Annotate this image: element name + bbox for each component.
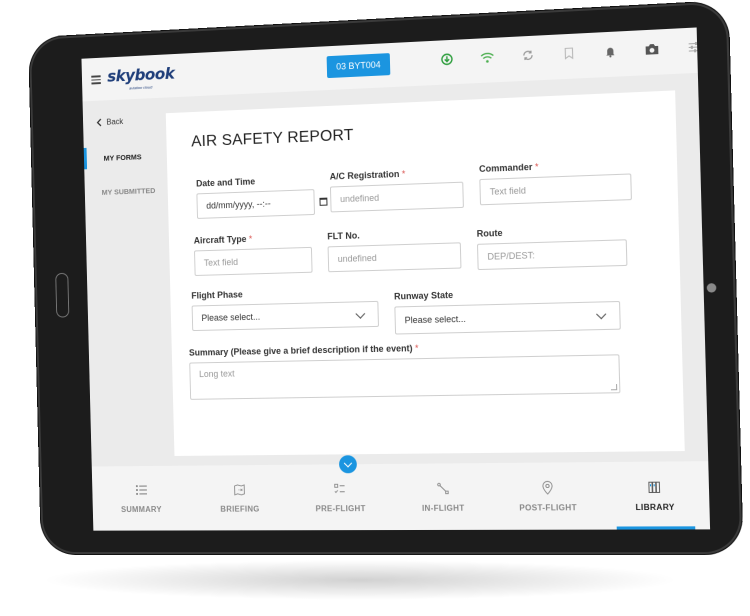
- tab-in-flight[interactable]: IN-FLIGHT: [390, 463, 495, 530]
- form-title: AIR SAFETY REPORT: [191, 126, 354, 151]
- tablet-device: skybook aviation cloud 03 BYT004 Back MY…: [30, 3, 741, 553]
- commander-field: Commander * Text field: [478, 158, 632, 206]
- tab-library[interactable]: LIBRARY: [600, 461, 710, 529]
- tab-label: SUMMARY: [120, 504, 162, 514]
- ac-registration-input[interactable]: undefined: [329, 181, 464, 213]
- top-bar: skybook aviation cloud 03 BYT004: [81, 27, 697, 102]
- library-icon: [647, 480, 662, 494]
- flight-phase-selected: Please select...: [201, 311, 261, 323]
- flight-phase-select[interactable]: Please select...: [191, 300, 379, 332]
- checklist-icon: [333, 482, 347, 496]
- tab-label: BRIEFING: [220, 504, 260, 514]
- ac-registration-placeholder: undefined: [339, 192, 380, 205]
- aircraft-type-label: Aircraft Type *: [193, 233, 253, 246]
- aircraft-type-input[interactable]: Text field: [194, 246, 313, 276]
- flight-phase-field: Flight Phase Please select...: [191, 286, 379, 332]
- sidebar-item-my-submitted[interactable]: MY SUBMITTED: [85, 179, 161, 203]
- tab-post-flight[interactable]: POST-FLIGHT: [494, 462, 602, 530]
- back-button[interactable]: Back: [96, 117, 123, 127]
- map-icon: [233, 482, 247, 496]
- home-button: [55, 272, 70, 318]
- runway-state-selected: Please select...: [404, 313, 466, 326]
- route-input[interactable]: DEP/DEST:: [476, 239, 628, 271]
- chevron-down-icon: [355, 308, 366, 319]
- front-camera: [706, 283, 717, 293]
- settings-sliders-icon[interactable]: [686, 40, 701, 55]
- date-time-label: Date and Time: [196, 176, 256, 189]
- resize-handle[interactable]: [610, 384, 618, 391]
- tab-briefing[interactable]: BRIEFING: [189, 465, 290, 531]
- runway-state-field: Runway State Please select...: [394, 286, 621, 335]
- list-icon: [134, 483, 148, 497]
- tab-label: POST-FLIGHT: [519, 502, 578, 513]
- hamburger-menu-icon[interactable]: [91, 75, 101, 84]
- date-time-value: dd/mm/yyyy, --:--: [206, 198, 271, 211]
- bookmark-icon[interactable]: [562, 46, 577, 61]
- tab-summary[interactable]: SUMMARY: [92, 466, 191, 531]
- bell-icon[interactable]: [603, 44, 618, 59]
- app-screen: skybook aviation cloud 03 BYT004 Back MY…: [81, 27, 711, 531]
- route-placeholder: DEP/DEST:: [487, 250, 535, 262]
- air-safety-report-form: AIR SAFETY REPORT Date and Time dd/mm/yy…: [165, 90, 685, 456]
- ac-registration-label: A/C Registration *: [329, 168, 406, 182]
- sync-icon[interactable]: [521, 48, 536, 63]
- sidebar-item-label: MY FORMS: [103, 151, 142, 163]
- runway-state-select[interactable]: Please select...: [394, 300, 621, 335]
- tab-label: LIBRARY: [635, 502, 675, 512]
- flt-no-label: FLT No.: [327, 230, 360, 242]
- required-marker: *: [248, 233, 253, 244]
- app-logo-tagline: aviation cloud: [129, 84, 153, 91]
- tab-label: PRE-FLIGHT: [315, 503, 366, 513]
- wifi-icon[interactable]: [480, 50, 495, 65]
- sidebar-item-my-forms[interactable]: MY FORMS: [83, 144, 160, 170]
- summary-field: Summary (Please give a brief description…: [189, 339, 621, 400]
- commander-input[interactable]: Text field: [479, 173, 632, 206]
- commander-placeholder: Text field: [489, 185, 527, 197]
- runway-state-label: Runway State: [393, 289, 454, 302]
- download-icon[interactable]: [440, 52, 454, 67]
- route-icon: [435, 481, 449, 495]
- flt-no-field: FLT No. undefined: [327, 227, 462, 273]
- chevron-left-icon: [96, 118, 102, 127]
- tab-label: IN-FLIGHT: [421, 503, 465, 513]
- tab-pre-flight[interactable]: PRE-FLIGHT: [289, 464, 392, 530]
- commander-label: Commander *: [478, 161, 539, 174]
- route-label: Route: [476, 227, 503, 239]
- location-pin-icon: [540, 480, 555, 494]
- bottom-navigation: SUMMARY BRIEFING PRE-FLIGHT IN-FLIGHT PO…: [91, 455, 711, 531]
- ac-registration-field: A/C Registration * undefined: [330, 167, 464, 213]
- aircraft-type-field: Aircraft Type * Text field: [194, 232, 313, 276]
- flight-id-button[interactable]: 03 BYT004: [326, 53, 391, 79]
- device-shadow: [40, 560, 680, 600]
- camera-icon[interactable]: [644, 42, 659, 57]
- flight-phase-label: Flight Phase: [191, 289, 243, 301]
- required-marker: *: [534, 161, 539, 172]
- aircraft-type-placeholder: Text field: [203, 257, 239, 268]
- sidebar: Back MY FORMS MY SUBMITTED: [82, 97, 168, 467]
- back-label: Back: [106, 117, 124, 127]
- date-time-field: Date and Time dd/mm/yyyy, --:--: [196, 174, 328, 219]
- required-marker: *: [414, 343, 419, 354]
- flt-no-input[interactable]: undefined: [327, 242, 462, 273]
- flt-no-placeholder: undefined: [337, 252, 377, 265]
- date-time-input[interactable]: dd/mm/yyyy, --:--: [196, 189, 328, 219]
- sidebar-item-label: MY SUBMITTED: [101, 185, 156, 197]
- required-marker: *: [401, 168, 406, 179]
- route-field: Route DEP/DEST:: [476, 224, 628, 271]
- summary-placeholder: Long text: [198, 368, 235, 380]
- summary-textarea[interactable]: Long text: [189, 354, 621, 400]
- chevron-down-icon: [596, 309, 607, 320]
- app-logo: skybook: [106, 63, 175, 86]
- calendar-icon[interactable]: [319, 197, 328, 206]
- status-icons: [440, 40, 702, 67]
